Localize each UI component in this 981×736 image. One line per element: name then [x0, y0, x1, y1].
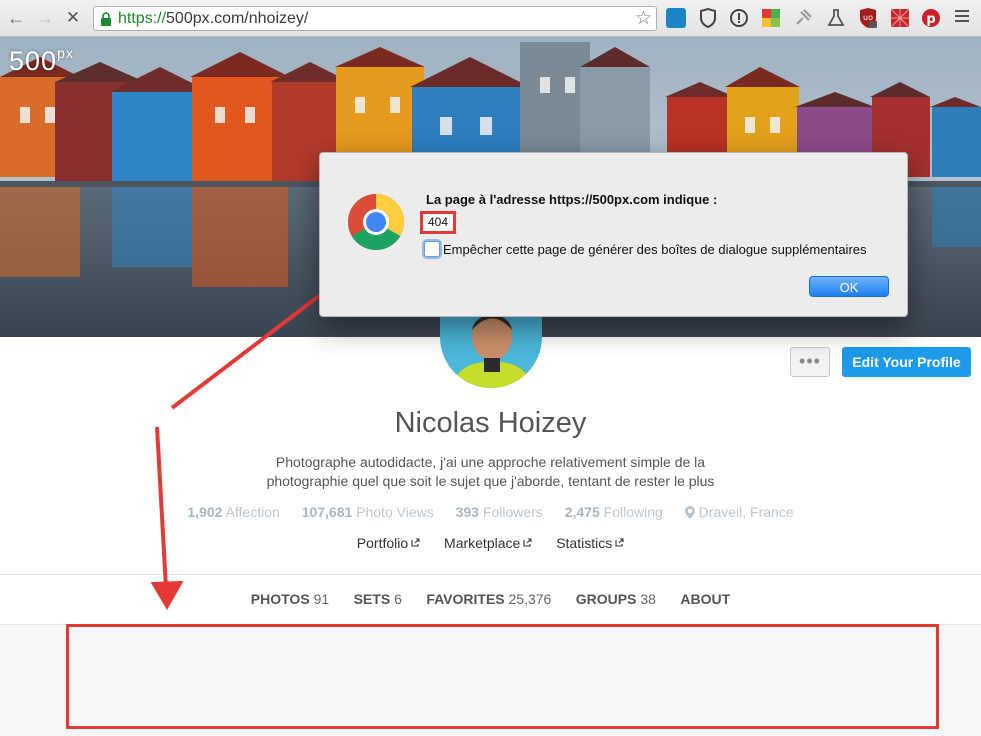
svg-text:p: p	[926, 12, 935, 27]
bookmark-star-icon[interactable]: ☆	[635, 8, 652, 30]
stat-value: 107,681	[301, 504, 353, 520]
tab-groups[interactable]: GROUPS 38	[576, 575, 656, 624]
tab-photos[interactable]: PHOTOS 91	[251, 575, 329, 624]
profile-tabs: PHOTOS 91 SETS 6 FAVORITES 25,376 GROUPS…	[0, 574, 981, 625]
statistics-link[interactable]: Statistics	[556, 535, 624, 551]
location-pin-icon	[684, 506, 695, 519]
dialog-message: 404	[420, 211, 456, 234]
forward-arrow-icon[interactable]: →	[34, 7, 56, 29]
profile-stats: 1,902 Affection 107,681 Photo Views 393 …	[0, 504, 981, 520]
external-link-icon	[615, 538, 624, 547]
browser-menu-icon[interactable]	[955, 10, 969, 24]
profile-links: Portfolio Marketplace Statistics	[0, 535, 981, 551]
chrome-logo-icon	[347, 194, 405, 251]
svg-text:uo: uo	[863, 13, 873, 22]
ok-button[interactable]: OK	[809, 276, 889, 297]
stat-label: Followers	[482, 504, 543, 520]
stop-loading-icon[interactable]: ✕	[62, 7, 84, 29]
stat-following[interactable]: 2,475 Following	[565, 504, 663, 520]
bio-line-2: photographie quel que soit le sujet que …	[266, 473, 715, 489]
pinterest-icon[interactable]: p	[921, 8, 941, 28]
profile-section: ••• Edit Your Profile Nicolas Hoizey Pho…	[0, 302, 981, 625]
lock-icon	[101, 12, 111, 26]
link-label: Portfolio	[356, 535, 409, 551]
logo-sup: px	[57, 45, 74, 61]
suppress-dialogs-checkbox[interactable]	[424, 241, 440, 257]
tab-label: ABOUT	[680, 591, 731, 607]
stat-label: Affection	[225, 504, 280, 520]
extension-colorgrid-icon[interactable]	[761, 8, 781, 28]
tab-about[interactable]: ABOUT	[680, 575, 730, 624]
site-logo[interactable]: 500px	[9, 45, 74, 77]
url-text: https://500px.com/nhoizey/	[118, 10, 308, 28]
tab-favorites[interactable]: FAVORITES 25,376	[426, 575, 551, 624]
stat-value: 393	[455, 504, 480, 520]
extension-info-icon[interactable]	[729, 8, 749, 28]
link-label: Marketplace	[444, 535, 521, 551]
stat-label: Photo Views	[356, 504, 434, 520]
marketplace-link[interactable]: Marketplace	[444, 535, 532, 551]
tab-label: FAVORITES	[426, 591, 505, 607]
suppress-dialogs-option[interactable]: Empêcher cette page de générer des boîte…	[424, 241, 867, 259]
tab-count: 38	[640, 591, 656, 607]
tab-sets[interactable]: SETS 6	[354, 575, 402, 624]
tab-count: 91	[313, 591, 330, 607]
tab-count: 25,376	[508, 591, 552, 607]
url-scheme: https://	[118, 10, 167, 27]
logo-main: 500	[9, 46, 58, 76]
external-link-icon	[523, 538, 532, 547]
extension-pin-icon[interactable]	[793, 8, 813, 28]
tab-label: SETS	[353, 591, 391, 607]
browser-toolbar: ← → ✕ https://500px.com/nhoizey/ ☆ uo p	[0, 0, 981, 37]
tab-label: PHOTOS	[250, 591, 310, 607]
stat-affection[interactable]: 1,902 Affection	[187, 504, 279, 520]
stat-followers[interactable]: 393 Followers	[456, 504, 543, 520]
back-arrow-icon[interactable]: ←	[5, 7, 27, 29]
profile-bio: Photographe autodidacte, j'ai une approc…	[0, 453, 981, 491]
more-options-button[interactable]: •••	[790, 347, 830, 377]
edit-profile-button[interactable]: Edit Your Profile	[842, 347, 971, 377]
stat-label: Following	[603, 504, 663, 520]
portfolio-link[interactable]: Portfolio	[357, 535, 420, 551]
extension-flask-icon[interactable]	[826, 8, 846, 28]
ublock-shield-icon[interactable]: uo	[858, 8, 878, 28]
extension-pattern-icon[interactable]	[890, 8, 910, 28]
url-path: 500px.com/nhoizey/	[166, 10, 309, 27]
stat-value: 1,902	[187, 504, 223, 520]
profile-name: Nicolas Hoizey	[394, 407, 587, 439]
annotation-empty-area-box	[66, 624, 939, 729]
stat-photo-views[interactable]: 107,681 Photo Views	[302, 504, 434, 520]
location: Draveil, France	[684, 504, 794, 520]
external-link-icon	[411, 538, 420, 547]
tab-label: GROUPS	[575, 591, 637, 607]
dialog-title: La page à l'adresse https://500px.com in…	[426, 192, 718, 207]
bio-line-1: Photographe autodidacte, j'ai une approc…	[275, 454, 706, 470]
alert-dialog: La page à l'adresse https://500px.com in…	[319, 152, 908, 317]
location-text: Draveil, France	[698, 504, 794, 520]
link-label: Statistics	[556, 535, 613, 551]
tab-count: 6	[394, 591, 402, 607]
suppress-dialogs-label[interactable]: Empêcher cette page de générer des boîte…	[443, 242, 867, 257]
address-bar[interactable]: https://500px.com/nhoizey/ ☆	[93, 6, 657, 31]
extension-bookmark-icon[interactable]	[666, 8, 686, 28]
extension-shield-icon[interactable]	[698, 8, 718, 28]
stat-value: 2,475	[564, 504, 600, 520]
